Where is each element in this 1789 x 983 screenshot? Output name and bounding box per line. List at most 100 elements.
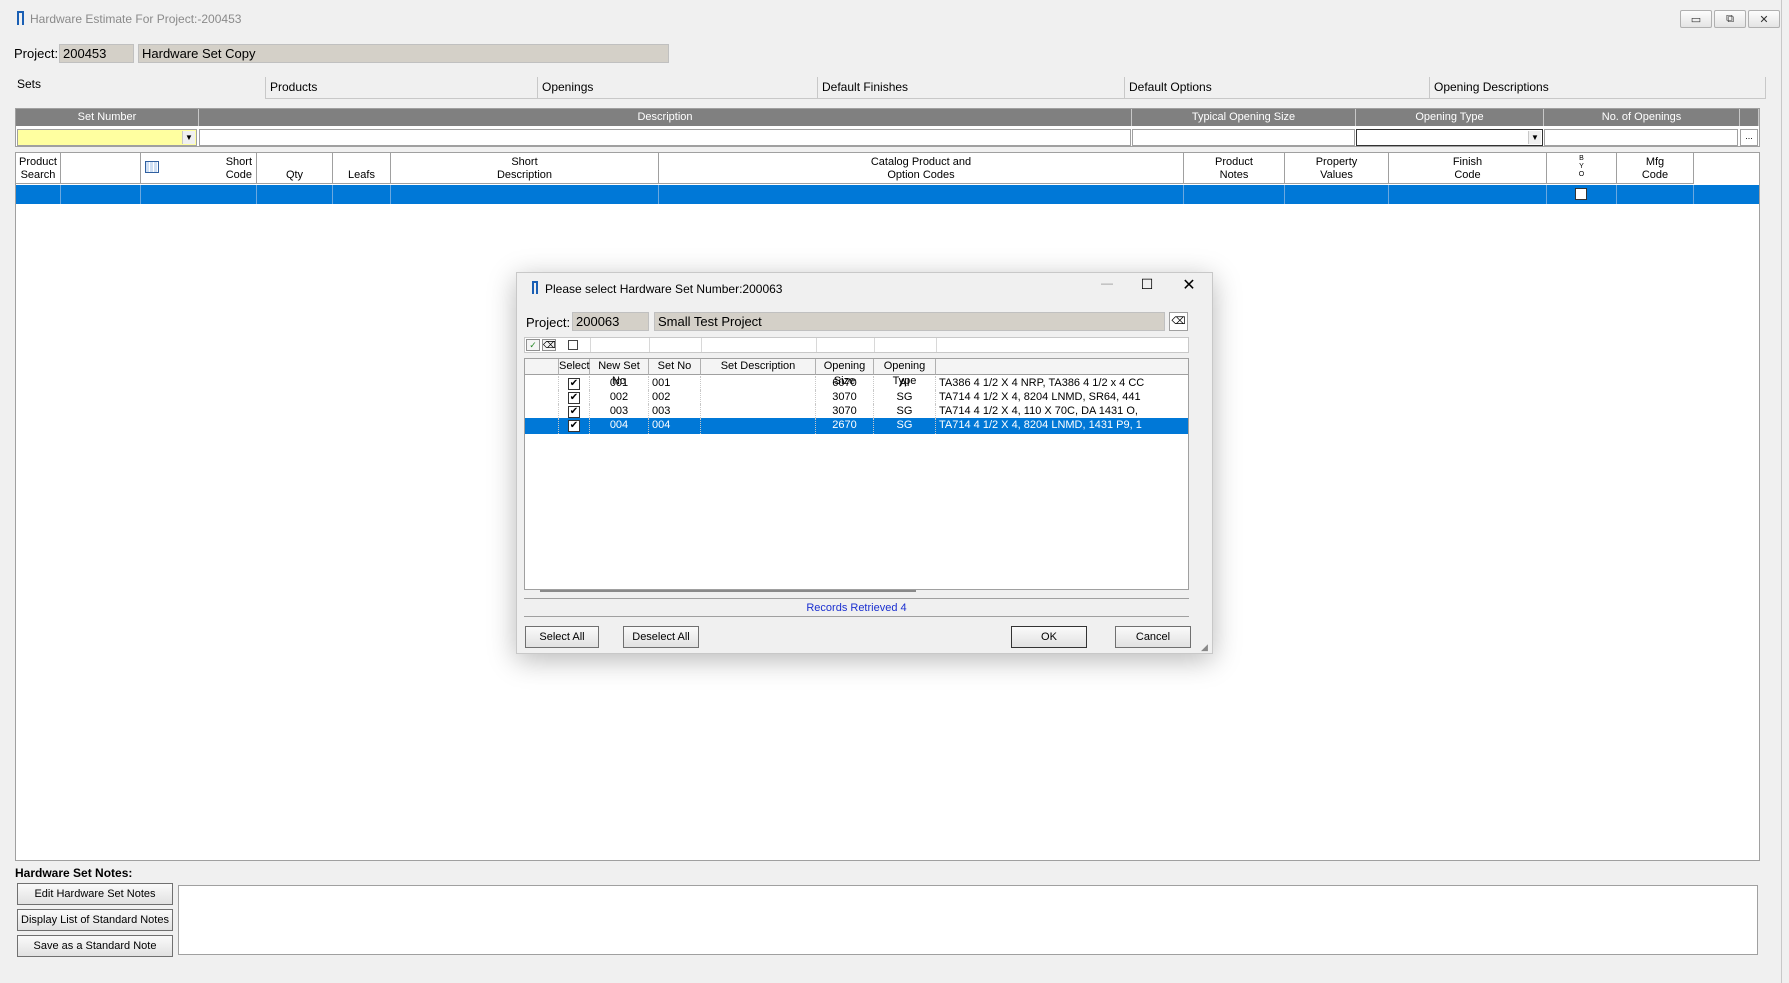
- calendar-icon[interactable]: [145, 161, 159, 173]
- tab-sets[interactable]: Sets: [13, 74, 265, 96]
- divider: [936, 338, 937, 352]
- app-icon: [532, 281, 538, 294]
- close-button[interactable]: ✕: [1748, 10, 1780, 28]
- divider: [1388, 185, 1389, 204]
- tab-default-options[interactable]: Default Options: [1124, 77, 1429, 99]
- col-short-code: Short Code: [141, 153, 257, 184]
- divider: [590, 338, 591, 352]
- restore-button[interactable]: ⧉: [1714, 10, 1746, 28]
- header-line1: Product: [1215, 156, 1253, 168]
- window-border: [1781, 0, 1782, 983]
- check-icon[interactable]: ✓: [526, 339, 540, 351]
- header-line1: Mfg: [1645, 156, 1665, 168]
- col-set-description: Set Description: [701, 359, 816, 375]
- dialog-project-number: 200063: [572, 312, 649, 331]
- set-header-grid: Set Number Description Typical Opening S…: [15, 108, 1760, 147]
- products-cell: TA714 4 1/2 X 4, 8204 LNMD, 1431 P9, 1: [939, 419, 1142, 431]
- chevron-down-icon[interactable]: ▼: [1528, 131, 1541, 144]
- no-of-openings-input[interactable]: [1544, 129, 1738, 146]
- select-cell: ✔: [559, 418, 590, 434]
- typical-opening-size-input[interactable]: [1132, 129, 1355, 146]
- col-blank: [61, 153, 141, 184]
- table-row[interactable]: ✔ 004 004 2670 SG TA714 4 1/2 X 4, 8204 …: [525, 418, 1188, 434]
- ok-button[interactable]: OK: [1011, 626, 1087, 648]
- hardware-set-grid: Select New Set No Set No Set Description…: [524, 358, 1189, 590]
- col-opening-type: Opening Type: [874, 359, 936, 387]
- header-line2: Search: [20, 169, 56, 181]
- select-hardware-set-dialog: Please select Hardware Set Number:200063…: [516, 272, 1213, 654]
- col-product-notes: Product Notes: [1184, 153, 1285, 184]
- divider: [701, 338, 702, 352]
- resize-grip-icon[interactable]: ◢: [1201, 642, 1211, 652]
- edit-hardware-set-notes-button[interactable]: Edit Hardware Set Notes: [17, 883, 173, 905]
- set-number-dropdown[interactable]: ▼: [17, 129, 197, 146]
- eraser-icon[interactable]: ⌫: [542, 339, 556, 351]
- save-standard-note-button[interactable]: Save as a Standard Note: [17, 935, 173, 957]
- minimize-icon[interactable]: —: [1095, 276, 1119, 298]
- cancel-button[interactable]: Cancel: [1115, 626, 1191, 648]
- table-row[interactable]: [16, 185, 1759, 204]
- col-byo: BYO: [1547, 153, 1617, 184]
- records-status: Records Retrieved 4: [524, 598, 1189, 617]
- tab-strip: Sets Products Openings Default Finishes …: [13, 77, 1766, 99]
- project-number-field: 200453: [59, 44, 134, 63]
- description-input[interactable]: [199, 129, 1131, 146]
- divider: [658, 185, 659, 204]
- deselect-all-button[interactable]: Deselect All: [623, 626, 699, 648]
- col-select: Select: [559, 359, 590, 375]
- select-checkbox[interactable]: ✔: [568, 378, 580, 390]
- header-line2: Values: [1320, 169, 1353, 181]
- divider: [390, 185, 391, 204]
- select-checkbox[interactable]: ✔: [568, 392, 580, 404]
- new-set-no-cell[interactable]: 004: [590, 418, 649, 434]
- horizontal-scrollbar[interactable]: [540, 590, 916, 592]
- eraser-icon[interactable]: ⌫: [1169, 312, 1188, 331]
- filter-checkbox[interactable]: [568, 340, 578, 350]
- minimize-button[interactable]: ▭: [1680, 10, 1712, 28]
- col-new-set-no: New Set No: [590, 359, 649, 387]
- header-line2: Option Codes: [887, 169, 955, 181]
- select-checkbox[interactable]: ✔: [568, 406, 580, 418]
- divider: [1693, 185, 1694, 204]
- project-name-field: Hardware Set Copy: [138, 44, 669, 63]
- display-standard-notes-button[interactable]: Display List of Standard Notes: [17, 909, 173, 931]
- divider: [1616, 185, 1617, 204]
- col-product-search: Product Search: [16, 153, 61, 184]
- tab-products[interactable]: Products: [265, 77, 537, 99]
- divider: [60, 185, 61, 204]
- header-line1: Finish: [1452, 156, 1483, 168]
- ellipsis-button[interactable]: ...: [1740, 129, 1758, 146]
- tab-openings[interactable]: Openings: [537, 77, 817, 99]
- row-indicator: [525, 418, 559, 434]
- close-icon[interactable]: ✕: [1177, 275, 1201, 297]
- window-title: Hardware Estimate For Project:-200453: [30, 12, 242, 26]
- byo-checkbox[interactable]: [1575, 188, 1587, 200]
- set-description-cell: [701, 418, 816, 434]
- dialog-project-name: Small Test Project: [654, 312, 1165, 331]
- hardware-set-notes-label: Hardware Set Notes:: [15, 866, 133, 880]
- select-checkbox[interactable]: ✔: [568, 420, 580, 432]
- project-label: Project:: [14, 46, 59, 61]
- header-line2: Code: [1641, 169, 1669, 181]
- header-line2: Qty: [285, 169, 304, 181]
- select-all-button[interactable]: Select All: [525, 626, 599, 648]
- chevron-down-icon[interactable]: ▼: [182, 131, 195, 144]
- tab-opening-descriptions[interactable]: Opening Descriptions: [1429, 77, 1766, 99]
- col-set-no: Set No: [649, 359, 701, 375]
- divider: [874, 338, 875, 352]
- col-opening-type: Opening Type: [1356, 109, 1544, 126]
- opening-type-dropdown[interactable]: ▼: [1356, 129, 1543, 146]
- header-line1: Product: [19, 156, 57, 168]
- tab-default-finishes[interactable]: Default Finishes: [817, 77, 1124, 99]
- header-line1: Catalog Product and: [870, 156, 972, 168]
- col-property-values: Property Values: [1285, 153, 1389, 184]
- col-products: [936, 359, 1188, 375]
- col-catalog-product-option-codes: Catalog Product and Option Codes: [659, 153, 1184, 184]
- col-set-number: Set Number: [16, 109, 199, 126]
- opening-type-cell: SG: [874, 418, 936, 434]
- maximize-icon[interactable]: ☐: [1135, 276, 1159, 298]
- app-icon: [17, 11, 24, 25]
- col-short-description: Short Description: [391, 153, 659, 184]
- set-no-cell: 004: [649, 418, 701, 434]
- notes-textarea[interactable]: [178, 885, 1758, 955]
